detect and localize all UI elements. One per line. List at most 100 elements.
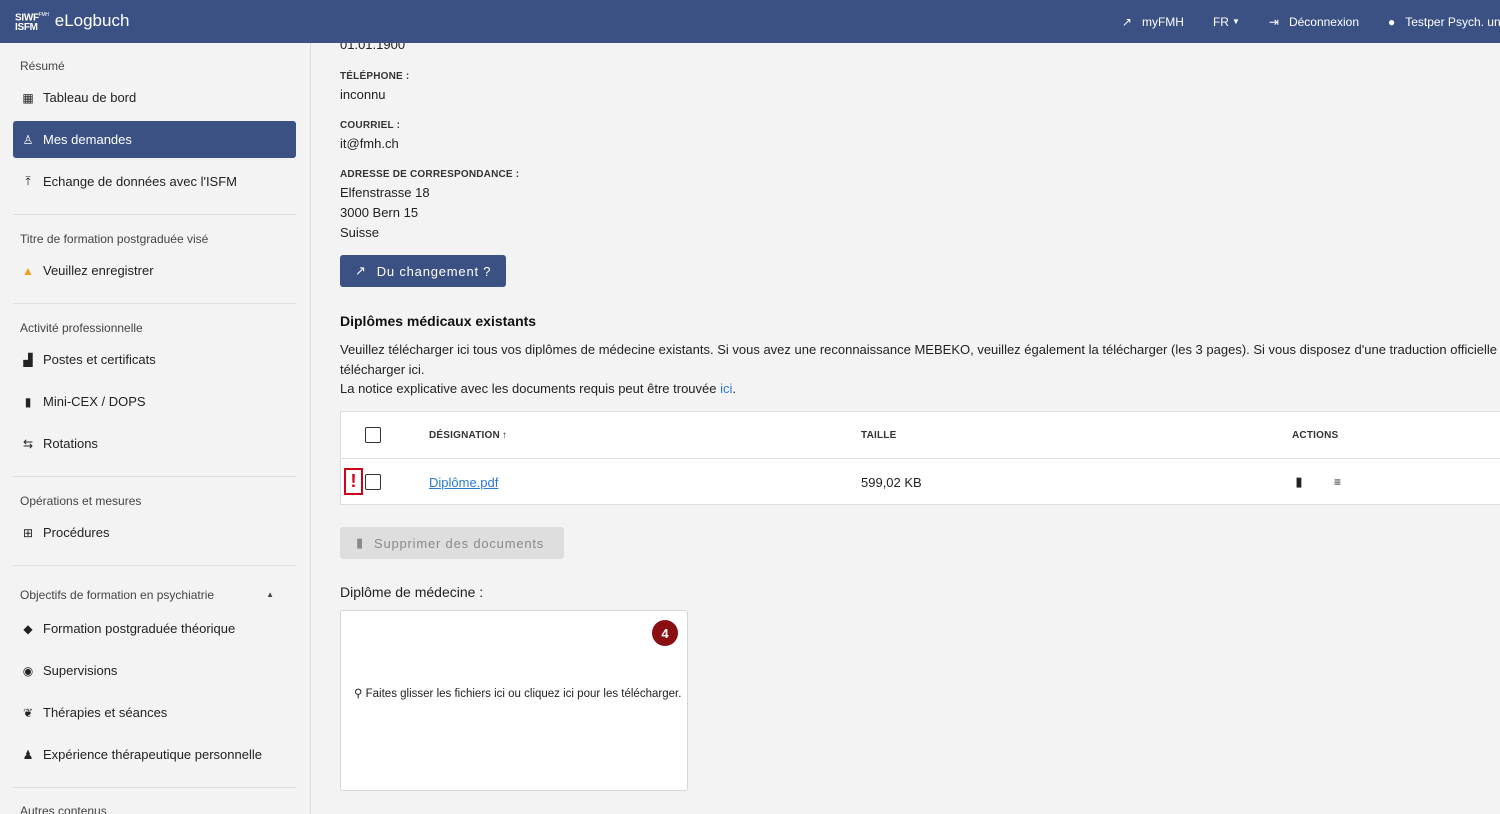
dropzone-hint-text: Faites glisser les fichiers ici ou cliqu… <box>365 688 682 700</box>
sidebar-item-tableau[interactable]: ▦ Tableau de bord <box>13 79 296 116</box>
file-dropzone[interactable]: 4 ⚲ Faites glisser les fichiers ici ou c… <box>340 610 688 791</box>
sidebar-item-label: Supervisions <box>43 663 118 678</box>
notice-link[interactable]: ici <box>720 381 732 396</box>
sidebar-item-minicex[interactable]: ▮ Mini-CEX / DOPS <box>13 383 296 420</box>
top-navbar: SIWFFMH ISFM eLogbuch ↗ myFMH FR ▼ ⇥ Déc… <box>0 0 1500 43</box>
change-button[interactable]: ↗ Du changement ? <box>340 255 506 287</box>
date-value: 01.01.1900 <box>340 43 406 52</box>
row-checkbox[interactable] <box>365 474 381 490</box>
hospital-icon: ▟ <box>23 352 33 367</box>
sidebar-item-rotations[interactable]: ⇆ Rotations <box>13 425 296 462</box>
chevron-up-icon[interactable]: ▲ <box>266 590 274 599</box>
divider <box>13 476 296 477</box>
trash-icon: ▮ <box>356 535 364 550</box>
main-content: 01.01.1900 TÉLÉPHONE : inconnu COURRIEL … <box>311 43 1500 814</box>
adresse-line1: Elfenstrasse 18 <box>340 185 430 200</box>
telephone-label: TÉLÉPHONE : <box>340 71 410 82</box>
sidebar-item-procedures[interactable]: ⊞ Procédures <box>13 514 296 551</box>
count-badge: 4 <box>652 620 678 646</box>
paperclip-icon: ⚲ <box>354 688 363 700</box>
language-dropdown[interactable]: FR ▼ <box>1213 15 1240 29</box>
table-row-filename: Diplôme.pdf <box>429 459 498 505</box>
divider <box>13 214 296 215</box>
brain-icon: ❦ <box>22 705 34 720</box>
user-circle-icon: ● <box>1388 14 1396 29</box>
trash-icon[interactable]: ▮ <box>1292 474 1306 490</box>
instructions-line1: Veuillez télécharger ici tous vos diplôm… <box>340 342 1500 357</box>
myfmh-label: myFMH <box>1141 14 1184 29</box>
delete-button-label: Supprimer des documents <box>373 535 545 551</box>
external-arrow-icon: ↗ <box>355 263 367 278</box>
sidebar-item-therapies[interactable]: ❦ Thérapies et séances <box>13 694 296 731</box>
select-all-cell <box>365 412 381 458</box>
change-button-label: Du changement ? <box>376 263 492 279</box>
sidebar-item-label: Mes demandes <box>43 132 132 147</box>
logout-label: Déconnexion <box>1288 14 1359 29</box>
instructions-paragraph: Veuillez télécharger ici tous vos diplôm… <box>340 340 1500 399</box>
sidebar-item-label: Procédures <box>43 525 110 540</box>
sidebar-item-formation[interactable]: ◆ Formation postgraduée théorique <box>13 610 296 647</box>
sidebar-item-label: Formation postgraduée théorique <box>43 621 236 636</box>
sidebar-item-experience[interactable]: ♟ Expérience thérapeutique personnelle <box>13 736 296 773</box>
section-activite: Activité professionnelle <box>20 321 143 335</box>
brand[interactable]: SIWFFMH ISFM eLogbuch <box>0 11 130 33</box>
logout-link[interactable]: ⇥ Déconnexion <box>1269 15 1359 29</box>
sidebar-item-veuillez[interactable]: ▲ Veuillez enregistrer <box>13 252 296 289</box>
instructions-period: . <box>732 381 737 396</box>
dropzone-title: Diplôme de médecine : <box>340 584 484 600</box>
instructions-line2: télécharger ici. <box>340 361 425 377</box>
dropzone-hint: ⚲ Faites glisser les fichiers ici ou cli… <box>354 686 681 700</box>
sidebar-item-label: Mini-CEX / DOPS <box>43 394 146 409</box>
section-autres: Autres contenus <box>20 804 107 814</box>
supervision-icon: ◉ <box>22 663 34 678</box>
sidebar-item-echange[interactable]: ⤒ Echange de données avec l'ISFM <box>13 163 296 200</box>
sidebar-item-supervisions[interactable]: ◉ Supervisions <box>13 652 296 689</box>
sidebar-item-label: Thérapies et séances <box>43 705 168 720</box>
sidebar-item-postes[interactable]: ▟ Postes et certificats <box>13 341 296 378</box>
adresse-line3: Suisse <box>340 225 380 240</box>
sort-up-icon: ↑ <box>501 429 508 441</box>
file-link[interactable]: Diplôme.pdf <box>429 475 498 490</box>
myfmh-link[interactable]: ↗ myFMH <box>1122 15 1184 29</box>
rotate-icon: ⇆ <box>22 436 34 451</box>
select-all-checkbox[interactable] <box>365 427 381 443</box>
sidebar: Résumé ▦ Tableau de bord ♙ Mes demandes … <box>0 43 311 814</box>
sidebar-item-label: Tableau de bord <box>43 90 137 105</box>
sidebar-item-label: Expérience thérapeutique personnelle <box>43 747 262 762</box>
col-taille-header[interactable]: TAILLE <box>861 412 896 458</box>
book-icon: ▮ <box>24 394 32 409</box>
caret-down-icon: ▼ <box>1231 17 1240 26</box>
user-menu[interactable]: ● Testper Psych. uno <box>1388 15 1500 29</box>
col-designation-header[interactable]: DÉSIGNATION ↑ <box>429 412 507 458</box>
person-icon: ♟ <box>22 747 34 762</box>
col-actions-header: ACTIONS <box>1292 429 1339 441</box>
edit-list-icon[interactable]: ≡ <box>1334 475 1341 489</box>
language-label: FR <box>1212 14 1229 29</box>
documents-table: DÉSIGNATION ↑ TAILLE ACTIONS ! Diplôme.p… <box>340 411 1500 505</box>
sidebar-item-label: Postes et certificats <box>43 352 156 367</box>
section-titre: Titre de formation postgraduée visé <box>20 232 209 246</box>
warning-exclamation-icon: ! <box>344 468 363 495</box>
logo-small-text: FMH <box>38 12 49 19</box>
section-title: Diplômes médicaux existants <box>340 313 537 329</box>
section-objectifs: Objectifs de formation en psychiatrie <box>20 588 215 602</box>
external-arrow-icon: ↗ <box>1121 14 1132 29</box>
divider <box>13 303 296 304</box>
app-name: eLogbuch <box>54 11 130 31</box>
col-designation-label: DÉSIGNATION <box>429 429 500 441</box>
instructions-line3: La notice explicative avec les documents… <box>340 379 1500 399</box>
telephone-value: inconnu <box>340 87 386 102</box>
sidebar-item-label: Rotations <box>43 436 98 451</box>
section-operations: Opérations et mesures <box>20 494 142 508</box>
delete-documents-button[interactable]: ▮ Supprimer des documents <box>340 527 564 559</box>
logo-bottom-text: ISFM <box>15 21 38 33</box>
table-row-size: 599,02 KB <box>861 474 922 490</box>
sidebar-item-demandes[interactable]: ♙ Mes demandes <box>13 121 296 158</box>
sidebar-item-label: Echange de données avec l'ISFM <box>43 174 237 189</box>
dashboard-icon: ▦ <box>22 90 34 105</box>
section-resume: Résumé <box>20 59 65 73</box>
logout-icon: ⇥ <box>1268 14 1279 29</box>
reading-icon: ◆ <box>23 621 33 636</box>
row-checkbox-cell <box>365 459 381 505</box>
divider <box>13 787 296 788</box>
